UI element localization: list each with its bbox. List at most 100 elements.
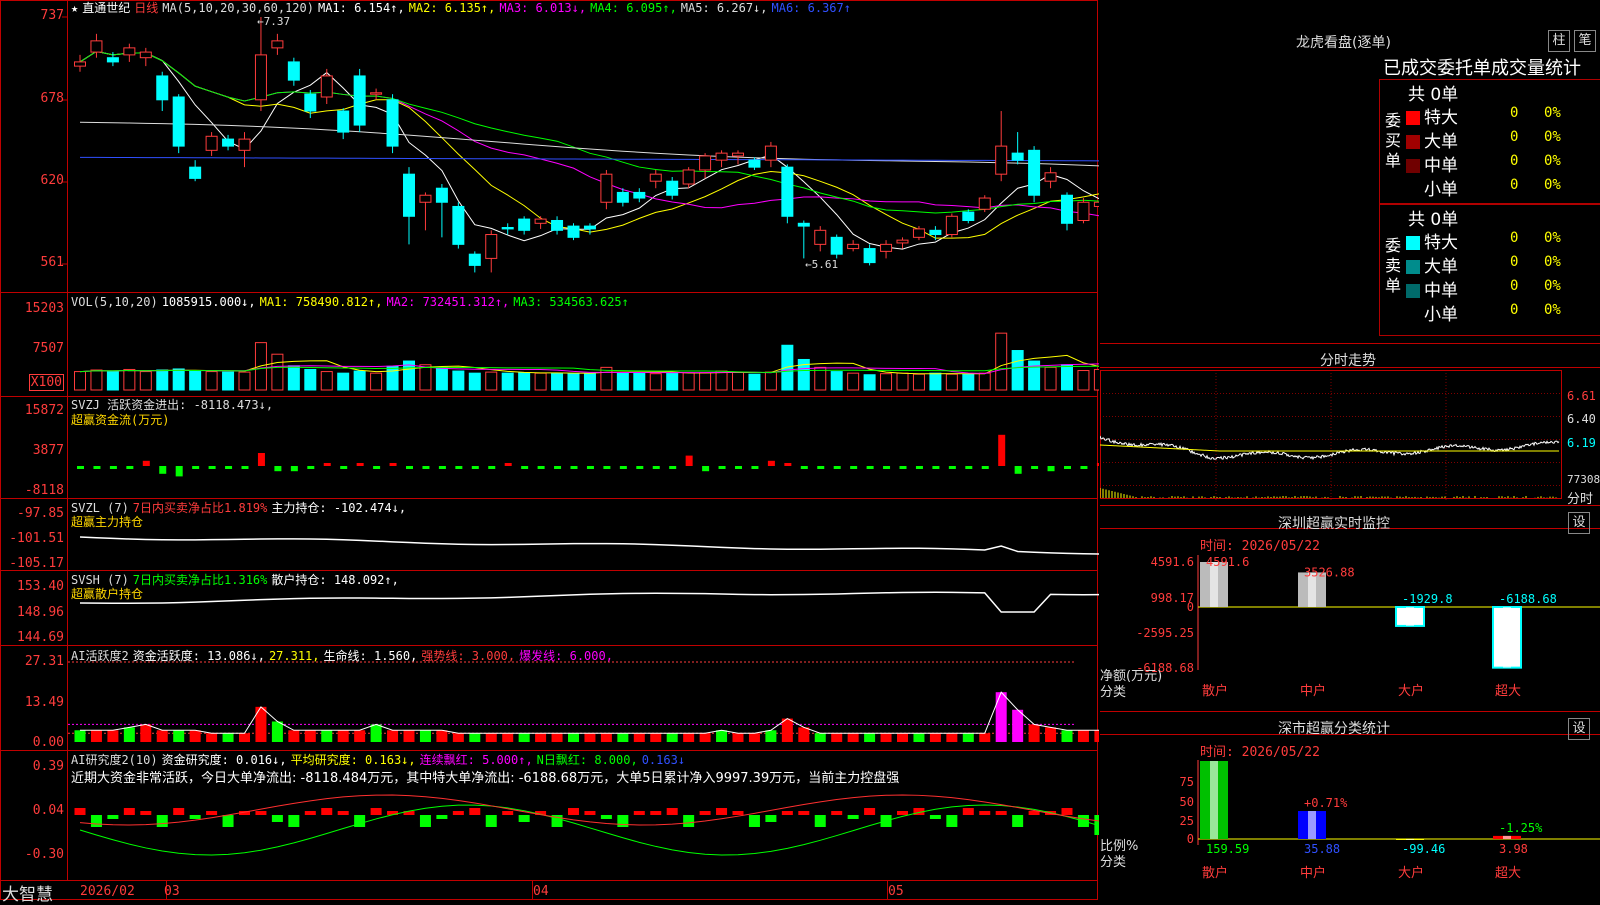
svzj-bar bbox=[850, 466, 857, 469]
volume-bar bbox=[107, 371, 118, 390]
svzj-bar bbox=[603, 466, 610, 469]
candle bbox=[272, 41, 283, 48]
period-label[interactable]: 日线 bbox=[134, 1, 158, 15]
order-size-label: 特大 bbox=[1424, 108, 1458, 128]
star-icon[interactable]: ★ bbox=[71, 1, 78, 15]
candle bbox=[453, 206, 464, 244]
ai-bar bbox=[288, 730, 299, 742]
ai2-bar bbox=[765, 815, 776, 822]
legend-swatch bbox=[1406, 260, 1420, 274]
svzj-bar bbox=[505, 463, 512, 466]
fenshi-title: 分时走势 bbox=[1320, 350, 1376, 370]
ai-bar bbox=[1078, 730, 1089, 742]
candle bbox=[535, 219, 546, 223]
indicator-value: MA1: 6.154↑, bbox=[318, 1, 405, 15]
volume-bar bbox=[634, 373, 645, 390]
fenshi-axis-label: 6.40 bbox=[1567, 412, 1596, 426]
tab-zhu[interactable]: 柱 bbox=[1548, 30, 1570, 52]
ai1-axis-label: 27.31 bbox=[0, 655, 64, 669]
svzj-bar bbox=[538, 466, 545, 469]
svzj-label: 超赢资金流(万元) bbox=[71, 413, 169, 427]
vol-unit-label[interactable]: X100 bbox=[0, 376, 64, 390]
candle bbox=[206, 136, 217, 150]
value-label: -99.46 bbox=[1402, 842, 1445, 856]
svzj-bar bbox=[719, 466, 726, 469]
volume-bar bbox=[157, 370, 168, 390]
ai1-axis-label: 13.49 bbox=[0, 696, 64, 710]
volume-bar bbox=[124, 369, 135, 390]
ai2-bar bbox=[568, 808, 579, 815]
candle bbox=[91, 41, 102, 52]
fenshi-frame bbox=[1101, 371, 1562, 499]
candle bbox=[75, 62, 86, 66]
candle bbox=[617, 192, 628, 202]
candle bbox=[486, 235, 497, 259]
ai-bar bbox=[733, 733, 744, 742]
svzj-bar bbox=[653, 466, 660, 469]
indicator-value: MA1: 758490.812↑, bbox=[260, 295, 383, 309]
svzj-bar bbox=[571, 466, 578, 469]
legend-swatch bbox=[1406, 183, 1420, 197]
volume-bar bbox=[371, 373, 382, 390]
candle bbox=[979, 198, 990, 209]
kline-chart-area[interactable]: ★ 直通世纪 日线 MA(5,10,20,30,60,120) MA1: 6.154↑,… bbox=[0, 0, 1099, 900]
ai-bar bbox=[387, 730, 398, 742]
svzj-bar bbox=[357, 463, 364, 466]
volume-bar bbox=[140, 372, 151, 390]
ai2-bar bbox=[223, 815, 234, 827]
fenshi-axis-label: 6.19 bbox=[1567, 436, 1596, 450]
order-volume: 0 bbox=[1510, 254, 1518, 270]
candle bbox=[1029, 150, 1040, 195]
price-axis-label: 737 bbox=[0, 9, 64, 23]
svzj-bar bbox=[143, 461, 150, 466]
svzj-bar bbox=[965, 466, 972, 469]
sell-side-label: 委卖单 bbox=[1385, 236, 1403, 296]
volume-bar bbox=[1094, 369, 1099, 390]
ai-bar bbox=[453, 733, 464, 742]
ai-bar bbox=[1029, 724, 1040, 742]
candle bbox=[354, 76, 365, 125]
stat-title: 已成交委托单成交量统计 bbox=[1383, 54, 1581, 80]
ai2-bar bbox=[157, 815, 168, 827]
order-row: 特大 bbox=[1406, 103, 1458, 128]
high-price-note: ←7.37 bbox=[257, 15, 290, 28]
ai2-bar bbox=[107, 815, 118, 819]
ai2-bar bbox=[979, 811, 990, 815]
ai-bar bbox=[979, 733, 990, 742]
ai2-bar bbox=[288, 815, 299, 827]
volume-bar bbox=[173, 369, 184, 390]
brand-logo: 大智慧 bbox=[2, 880, 53, 905]
x-axis-title: 分类 bbox=[1100, 855, 1126, 870]
indicator-value: 7日内买卖净占比1.316% bbox=[133, 573, 268, 587]
svzj-bar bbox=[159, 466, 166, 474]
axis-tick-label: 4591.6 bbox=[1151, 555, 1194, 569]
fenshi-chart[interactable] bbox=[1100, 370, 1600, 510]
indicator-value: MA(5,10,20,30,60,120) bbox=[162, 1, 314, 15]
svzj-bar bbox=[192, 466, 199, 469]
ai2-bar bbox=[321, 808, 332, 815]
candle bbox=[1062, 195, 1073, 223]
legend-swatch bbox=[1406, 284, 1420, 298]
value-label: -6188.68 bbox=[1499, 592, 1557, 606]
category-label: 散户 bbox=[1202, 865, 1228, 881]
indicator-value: SVSH (7) bbox=[71, 573, 129, 587]
ai-bar bbox=[75, 730, 86, 742]
tab-bi[interactable]: 笔 bbox=[1574, 30, 1596, 52]
order-row: 小单 bbox=[1406, 300, 1458, 325]
ai-bar bbox=[601, 733, 612, 742]
candle bbox=[157, 76, 168, 100]
svzj-bar bbox=[916, 466, 923, 469]
volume-bar bbox=[1045, 367, 1056, 390]
svzj-bar bbox=[1064, 466, 1071, 469]
bar-highlight bbox=[1503, 607, 1511, 668]
fenshi-mode-label[interactable]: 分时 bbox=[1567, 488, 1593, 507]
svzj-bar bbox=[176, 466, 183, 476]
volume-bar bbox=[519, 373, 530, 390]
indicator-value: MA4: 6.095↑, bbox=[590, 1, 677, 15]
volume-bar bbox=[749, 374, 760, 390]
candle bbox=[667, 181, 678, 195]
svzj-axis-label: 15872 bbox=[0, 404, 64, 418]
ai-bar bbox=[831, 733, 842, 742]
candle bbox=[387, 100, 398, 146]
candle bbox=[223, 139, 234, 146]
